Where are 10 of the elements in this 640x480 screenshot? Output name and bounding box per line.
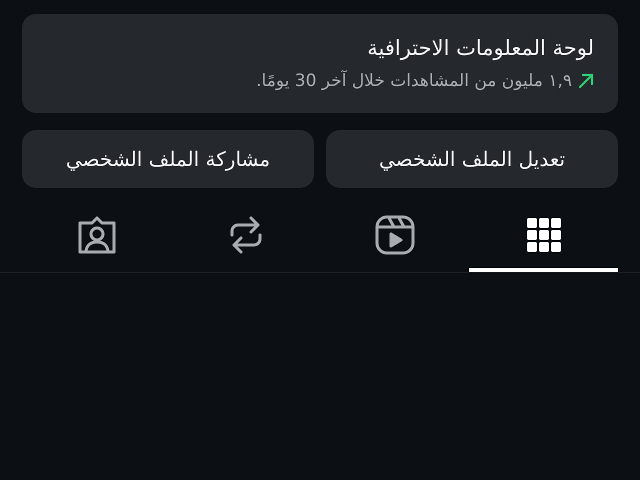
trend-up-icon bbox=[578, 73, 594, 90]
reels-icon bbox=[374, 215, 414, 255]
dashboard-card[interactable]: لوحة المعلومات الاحترافية ١,٩ مليون من المشاهدات خلال آخر 30 يومًا. bbox=[22, 14, 618, 113]
repeat-icon bbox=[228, 216, 264, 254]
profile-button[interactable]: مشاركة الملف الشخصي bbox=[22, 130, 314, 188]
views-stat: ١,٩ مليون من المشاهدات خلال آخر 30 يومًا. bbox=[256, 69, 572, 92]
person-tag-icon bbox=[76, 215, 116, 255]
grid-icon bbox=[526, 217, 562, 253]
dashboard-title: لوحة المعلومات الاحترافية bbox=[366, 35, 594, 62]
profile-button[interactable]: تعديل الملف الشخصي bbox=[326, 130, 618, 188]
